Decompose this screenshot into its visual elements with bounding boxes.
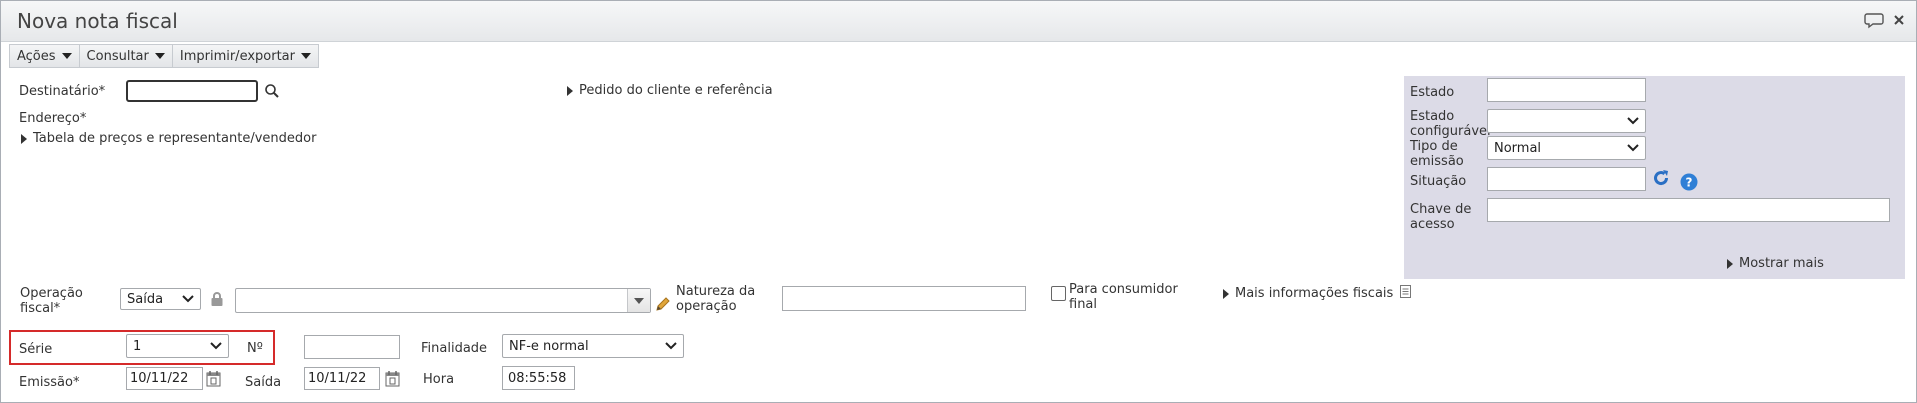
emissao-date-input[interactable] (126, 367, 203, 390)
consumidor-final-checkbox[interactable] (1051, 286, 1066, 301)
estado-label: Estado (1410, 85, 1455, 100)
estado-conf-label-line2: configurável (1410, 124, 1491, 139)
expand-triangle-icon (1223, 288, 1229, 299)
pedido-cliente-link[interactable]: Pedido do cliente e referência (567, 83, 773, 98)
tabela-precos-link[interactable]: Tabela de preços e representante/vendedo… (21, 131, 316, 146)
serie-value: 1 (133, 338, 142, 354)
chevron-down-icon (1627, 144, 1639, 152)
combo-dropdown-button[interactable] (627, 289, 650, 312)
operacao-fiscal-label: Operação fiscal* (20, 286, 83, 316)
destinatario-label: Destinatário* (19, 84, 106, 99)
imprimir-exportar-menu-button[interactable]: Imprimir/exportar (173, 45, 318, 67)
saida-label: Saída (245, 375, 282, 390)
search-icon[interactable] (264, 83, 280, 103)
tipo-emissao-label: Tipo de emissão (1410, 139, 1464, 169)
expand-triangle-icon (567, 85, 573, 96)
pencil-icon[interactable] (654, 295, 672, 317)
caret-down-icon (154, 53, 165, 59)
natureza-operacao-input[interactable] (782, 286, 1026, 311)
consumidor-final-label: Para consumidor final (1069, 282, 1178, 312)
natureza-label-line1: Natureza da (676, 284, 756, 299)
document-icon (1400, 285, 1412, 302)
mais-info-text: Mais informações fiscais (1235, 286, 1394, 301)
expand-triangle-icon (21, 133, 27, 144)
mostrar-mais-link[interactable]: Mostrar mais (1727, 256, 1824, 271)
operacao-tipo-select[interactable]: Saída (120, 288, 201, 310)
tipo-emissao-select[interactable]: Normal (1487, 136, 1646, 160)
caret-down-icon (634, 297, 644, 304)
finalidade-select[interactable]: NF-e normal (502, 334, 684, 358)
chevron-down-icon (665, 342, 677, 350)
calendar-icon[interactable] (385, 370, 400, 391)
status-panel: Estado Estado configurável Tipo de emiss… (1404, 76, 1905, 279)
window-title: Nova nota fiscal (17, 9, 178, 33)
natureza-operacao-label: Natureza da operação (676, 284, 755, 314)
operacao-label-line2: fiscal* (20, 301, 61, 316)
pedido-link-text: Pedido do cliente e referência (579, 83, 773, 98)
consumidor-label-line1: Para consumidor (1069, 282, 1178, 297)
operacao-tipo-value: Saída (127, 291, 164, 307)
close-icon[interactable] (1892, 13, 1906, 27)
tabela-link-text: Tabela de preços e representante/vendedo… (33, 131, 317, 146)
mais-informacoes-fiscais-link[interactable]: Mais informações fiscais (1223, 285, 1412, 302)
chave-label-line1: Chave de (1410, 202, 1472, 217)
situacao-label: Situação (1410, 174, 1467, 189)
chevron-down-icon (1627, 117, 1639, 125)
chave-acesso-label: Chave de acesso (1410, 202, 1471, 232)
acoes-menu-button[interactable]: Ações (10, 45, 80, 67)
mostrar-mais-text: Mostrar mais (1739, 256, 1824, 271)
situacao-input[interactable] (1487, 167, 1646, 191)
natureza-label-line2: operação (676, 299, 737, 314)
form-area: Destinatário* Pedido do cliente e referê… (9, 69, 1905, 399)
emissao-label: Emissão* (19, 375, 80, 390)
chat-bubble-icon[interactable] (1864, 11, 1884, 29)
hora-input[interactable] (502, 366, 575, 390)
toolbar: Ações Consultar Imprimir/exportar (9, 44, 319, 68)
estado-input[interactable] (1487, 78, 1646, 102)
hora-label: Hora (423, 372, 455, 387)
calendar-icon[interactable] (206, 370, 221, 391)
destinatario-input[interactable] (126, 80, 258, 102)
estado-conf-label-line1: Estado (1410, 109, 1455, 124)
svg-text:?: ? (1686, 176, 1693, 190)
operacao-label-line1: Operação (20, 286, 83, 301)
consumidor-label-line2: final (1069, 297, 1098, 312)
chevron-down-icon (182, 295, 194, 303)
caret-down-icon (61, 53, 72, 59)
tipo-label-line1: Tipo de (1410, 139, 1458, 154)
operacao-fiscal-combo[interactable] (235, 288, 651, 313)
help-icon[interactable]: ? (1680, 173, 1698, 195)
numero-label: Nº (247, 341, 263, 356)
serie-label: Série (19, 342, 53, 357)
titlebar: Nova nota fiscal (1, 1, 1916, 42)
caret-down-icon (301, 53, 311, 59)
consultar-menu-button[interactable]: Consultar (80, 45, 173, 67)
chave-label-line2: acesso (1410, 217, 1455, 232)
finalidade-value: NF-e normal (509, 338, 589, 354)
imprimir-label: Imprimir/exportar (179, 48, 295, 64)
refresh-icon[interactable] (1651, 168, 1671, 192)
finalidade-label: Finalidade (421, 341, 488, 356)
expand-triangle-icon (1727, 258, 1733, 269)
consultar-label: Consultar (86, 48, 149, 64)
estado-configuravel-label: Estado configurável (1410, 109, 1491, 139)
tipo-label-line2: emissão (1410, 154, 1464, 169)
saida-date-input[interactable] (304, 367, 380, 390)
estado-configuravel-select[interactable] (1487, 109, 1646, 133)
serie-select[interactable]: 1 (126, 334, 229, 358)
acoes-label: Ações (17, 48, 56, 64)
numero-input[interactable] (304, 335, 400, 359)
lock-icon[interactable] (210, 291, 224, 311)
endereco-label: Endereço* (19, 111, 87, 126)
nova-nota-fiscal-window: Nova nota fiscal Ações Consultar Imprimi… (0, 0, 1917, 403)
tipo-emissao-value: Normal (1494, 140, 1542, 156)
title-icons (1864, 11, 1906, 29)
chave-acesso-input[interactable] (1487, 198, 1890, 222)
chevron-down-icon (210, 342, 222, 350)
